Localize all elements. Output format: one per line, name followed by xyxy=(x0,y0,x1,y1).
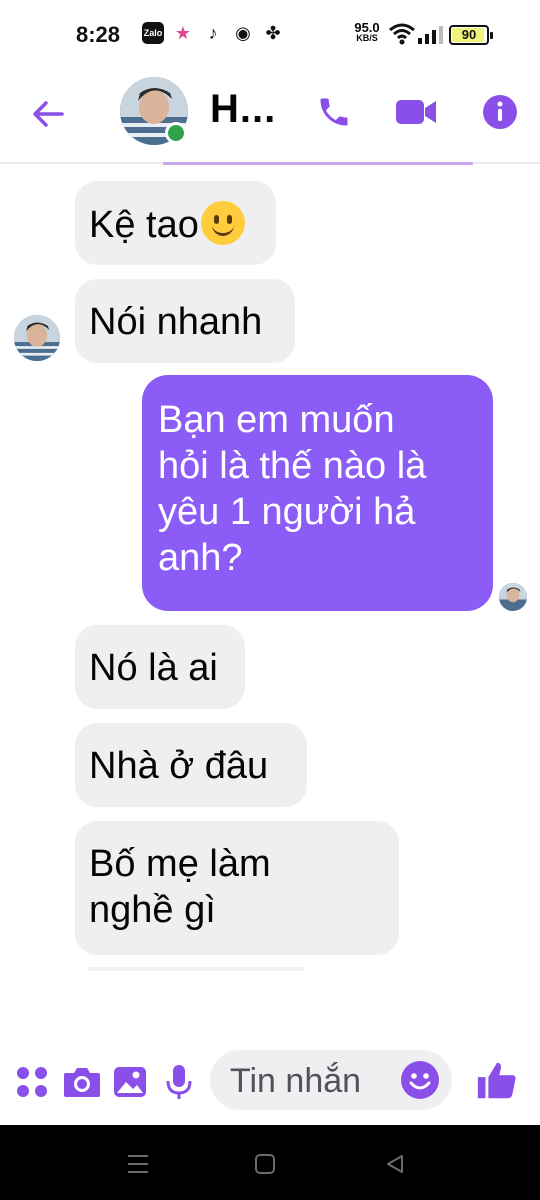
voice-message-button[interactable] xyxy=(161,1062,197,1102)
message-line: Bố mẹ làm xyxy=(89,843,271,885)
thumbs-up-icon xyxy=(477,1062,516,1099)
message-line: Bạn em muốn xyxy=(158,399,395,441)
info-icon xyxy=(483,95,517,129)
video-camera-icon xyxy=(396,100,436,124)
camera-button[interactable] xyxy=(60,1062,104,1102)
conversation-info-button[interactable] xyxy=(478,90,522,134)
message-text: Nói nhanh xyxy=(89,301,263,343)
chrome-icon: ◉ xyxy=(235,23,251,43)
message-text: Nhà ở đâu xyxy=(89,745,269,787)
incoming-message[interactable]: Kệ tao xyxy=(75,181,276,265)
status-app-icons: Zalo ★ ♪ ◉ ✤ xyxy=(142,22,284,44)
incoming-message[interactable]: Bố mẹ làm nghề gì xyxy=(75,821,399,955)
system-back-button[interactable] xyxy=(378,1147,412,1181)
message-text: Kệ tao xyxy=(89,204,199,246)
status-time: 8:28 xyxy=(76,22,121,47)
slightly-smiling-face-emoji xyxy=(200,201,245,245)
message-line: yêu 1 người hả xyxy=(158,491,416,533)
star-icon: ★ xyxy=(174,23,192,43)
network-speed: 95.0 KB/S xyxy=(350,20,384,44)
incoming-message[interactable]: Nói nhanh xyxy=(75,279,295,363)
home-icon xyxy=(255,1154,275,1174)
back-icon xyxy=(387,1155,403,1173)
menu-icon xyxy=(128,1155,148,1173)
tiktok-icon: ♪ xyxy=(208,23,218,43)
network-speed-value: 95.0 xyxy=(354,20,380,35)
message-input[interactable]: Tin nhắn xyxy=(210,1050,452,1110)
contact-name[interactable]: H... xyxy=(210,87,276,132)
partial-message-placeholder xyxy=(88,967,304,971)
camera-icon xyxy=(64,1068,100,1097)
message-line: anh? xyxy=(158,537,243,579)
battery-tip xyxy=(490,32,493,39)
zalo-icon: Zalo xyxy=(142,22,164,44)
message-composer: Tin nhắn xyxy=(0,1040,540,1124)
phone-icon xyxy=(320,98,348,126)
pinwheel-icon: ✤ xyxy=(265,23,281,43)
message-line: nghề gì xyxy=(89,889,216,931)
seen-receipt-avatar xyxy=(499,583,527,611)
signal-icon xyxy=(418,26,443,44)
status-bar: 8:28 Zalo ★ ♪ ◉ ✤ 95.0 KB/S 90 xyxy=(0,0,540,72)
message-line: hỏi là thế nào là xyxy=(158,445,427,487)
message-input-placeholder: Tin nhắn xyxy=(230,1062,362,1100)
back-arrow-icon xyxy=(33,101,64,127)
gallery-button[interactable] xyxy=(110,1062,150,1102)
gallery-icon xyxy=(114,1067,146,1097)
microphone-icon xyxy=(166,1065,192,1099)
incoming-message[interactable]: Nhà ở đâu xyxy=(75,723,307,807)
scroll-indicator xyxy=(163,162,473,165)
apps-grid-icon xyxy=(17,1067,47,1097)
voice-call-button[interactable] xyxy=(312,90,356,134)
battery-indicator: 90 xyxy=(449,25,493,45)
incoming-message[interactable]: Nó là ai xyxy=(75,625,245,709)
chat-header: H... xyxy=(0,72,540,164)
apps-grid-button[interactable] xyxy=(12,1062,52,1102)
system-navigation-bar xyxy=(0,1125,540,1200)
video-call-button[interactable] xyxy=(392,90,440,134)
emoji-icon[interactable] xyxy=(400,1060,440,1100)
sender-avatar[interactable] xyxy=(14,315,60,361)
back-button[interactable] xyxy=(26,92,70,136)
avatar-photo xyxy=(14,315,60,361)
message-text: Nó là ai xyxy=(89,647,218,689)
battery-level: 90 xyxy=(461,27,477,42)
recent-apps-button[interactable] xyxy=(121,1147,155,1181)
online-status-dot xyxy=(165,122,187,144)
home-button[interactable] xyxy=(248,1147,282,1181)
outgoing-message[interactable]: Bạn em muốn hỏi là thế nào là yêu 1 ngườ… xyxy=(142,375,493,611)
wifi-icon xyxy=(389,23,415,45)
thumbs-up-button[interactable] xyxy=(470,1054,524,1108)
avatar-photo xyxy=(499,583,527,611)
